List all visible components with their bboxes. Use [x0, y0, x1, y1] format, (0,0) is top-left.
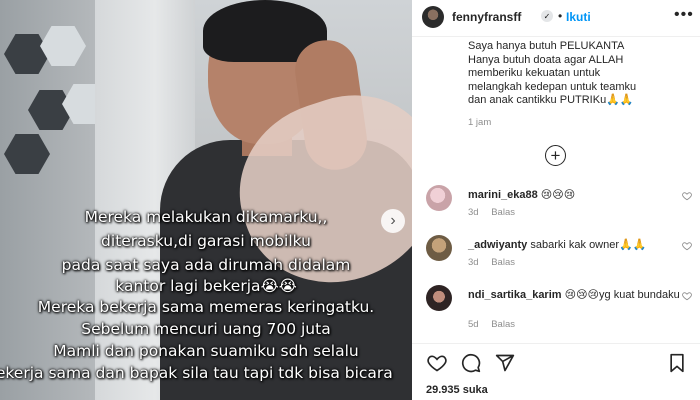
reply-button[interactable]: Balas	[491, 257, 515, 268]
bookmark-icon	[670, 353, 684, 373]
caption-line: Hanya butuh doata agar ALLAH	[468, 53, 624, 66]
more-options-icon[interactable]: •••	[674, 6, 694, 24]
reply-button[interactable]: Balas	[491, 319, 515, 330]
chevron-right-icon: ›	[390, 212, 396, 229]
share-icon	[495, 354, 515, 372]
follow-button[interactable]: Ikuti	[566, 10, 591, 24]
like-button[interactable]	[426, 352, 448, 374]
comment-meta: 5d Balas	[468, 319, 525, 330]
caption-line: memberiku kekuatan untuk	[468, 67, 601, 80]
username-link[interactable]: fennyfransff	[452, 10, 521, 24]
post-actions	[412, 352, 700, 376]
likes-count[interactable]: 29.935 suka	[426, 384, 488, 396]
comment-username[interactable]: marini_eka88	[468, 189, 538, 201]
overlay-text-line: diterasku,di garasi mobilku	[101, 232, 311, 250]
comment-age: 5d	[468, 319, 479, 330]
save-button[interactable]	[666, 352, 688, 374]
comment-username[interactable]: ndi_sartika_karim	[468, 289, 562, 301]
share-button[interactable]	[494, 352, 516, 374]
overlay-text-line: Sebelum mencuri uang 700 juta	[81, 320, 331, 338]
avatar[interactable]	[426, 185, 452, 211]
comment-icon	[461, 353, 481, 373]
comment-body: _adwiyanty sabarki kak owner🙏🙏	[468, 239, 683, 253]
post-header: fennyfransff ✓ • Ikuti •••	[412, 0, 700, 36]
overlay-text-line: bekerja sama dan bapak sila tau tapi tdk…	[0, 364, 393, 382]
avatar[interactable]	[422, 6, 444, 28]
comment-item: marini_eka88 😢😢😢 3d Balas	[412, 185, 700, 233]
separator-dot: •	[558, 9, 563, 23]
comment-text: sabarki kak owner🙏🙏	[530, 239, 647, 251]
comment-text: 😢😢😢	[540, 189, 576, 201]
verified-badge-icon: ✓	[541, 10, 553, 22]
post-caption: Saya hanya butuh PELUKANTA Hanya butuh d…	[468, 40, 693, 108]
post-side-panel: fennyfransff ✓ • Ikuti ••• Saya hanya bu…	[412, 0, 700, 400]
comment-age: 3d	[468, 257, 479, 268]
overlay-text-line: Mereka bekerja sama memeras keringatku.	[37, 298, 375, 316]
caption-line: dan anak cantikku PUTRIKu🙏🙏	[468, 94, 634, 107]
comment-meta: 3d Balas	[468, 207, 525, 218]
comment-text: 😢😢😢yg kuat bundaku	[564, 289, 680, 301]
overlay-text-line: pada saat saya ada dirumah didalam	[61, 256, 351, 274]
overlay-text-line: kantor lagi bekerja😭😭	[115, 277, 297, 295]
overlay-text-line: Mamli dan ponakan suamiku sdh selalu	[53, 342, 359, 360]
comment-button[interactable]	[460, 352, 482, 374]
overlay-text-line: Mereka melakukan dikamarku,,	[84, 208, 328, 226]
comment-like-icon[interactable]	[682, 291, 692, 301]
comment-body: ndi_sartika_karim 😢😢😢yg kuat bundaku	[468, 289, 683, 303]
comment-username[interactable]: _adwiyanty	[468, 239, 527, 251]
comment-meta: 3d Balas	[468, 257, 525, 268]
plus-icon: +	[550, 146, 561, 165]
divider	[412, 343, 700, 344]
caption-line: melangkah kedepan untuk teamku	[468, 80, 637, 93]
add-comment-button[interactable]: +	[545, 145, 566, 166]
post-media[interactable]: Mereka melakukan dikamarku,, diterasku,d…	[0, 0, 412, 400]
heart-icon	[427, 355, 447, 372]
comment-item: ndi_sartika_karim 😢😢😢yg kuat bundaku 5d …	[412, 285, 700, 333]
comment-age: 3d	[468, 207, 479, 218]
post-timestamp[interactable]: 1 jam	[468, 117, 491, 128]
avatar[interactable]	[426, 285, 452, 311]
comment-item: _adwiyanty sabarki kak owner🙏🙏 3d Balas	[412, 235, 700, 283]
avatar[interactable]	[426, 235, 452, 261]
comment-body: marini_eka88 😢😢😢	[468, 189, 683, 203]
divider	[412, 36, 700, 37]
caption-line: Saya hanya butuh PELUKANTA	[468, 40, 625, 52]
comment-like-icon[interactable]	[682, 191, 692, 201]
reply-button[interactable]: Balas	[491, 207, 515, 218]
comment-like-icon[interactable]	[682, 241, 692, 251]
carousel-next-button[interactable]: ›	[381, 209, 405, 233]
